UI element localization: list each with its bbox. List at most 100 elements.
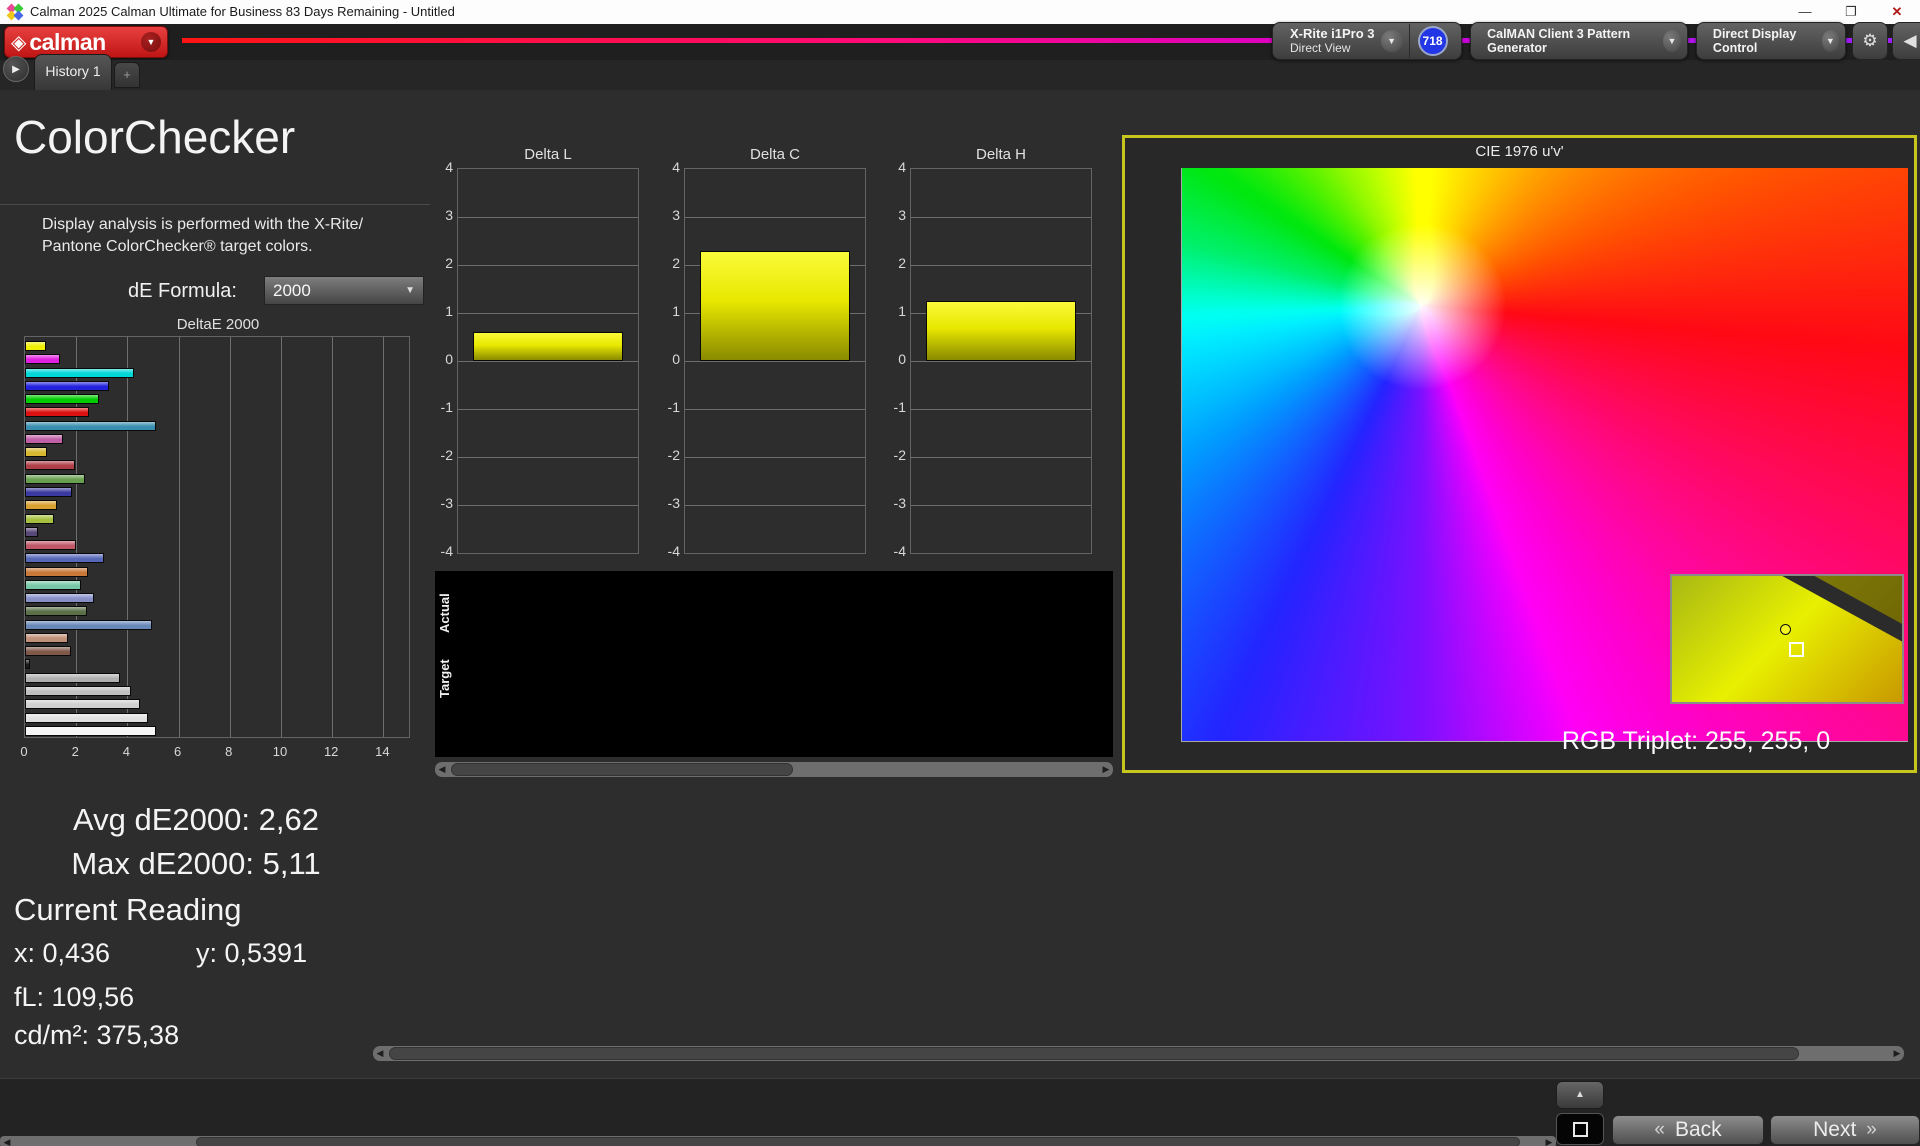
close-icon[interactable]: ✕: [1874, 0, 1920, 24]
de-formula-label: dE Formula:: [128, 280, 237, 303]
deltae-bar: [25, 593, 94, 603]
gridline: [911, 361, 1091, 362]
chevron-down-icon: ▼: [405, 285, 415, 296]
gridline: [458, 313, 638, 314]
y-tick-label: 1: [658, 303, 680, 319]
deltae-bar: [25, 646, 71, 656]
de-formula-value: 2000: [273, 281, 311, 301]
fl-readout: fL: 109,56: [14, 982, 134, 1013]
gridline: [911, 265, 1091, 266]
pattern-generator-name: CalMAN Client 3 Pattern Generator: [1487, 27, 1657, 56]
y-tick-label: 3: [431, 207, 453, 223]
scroll-right-icon[interactable]: ▶: [1099, 762, 1113, 777]
patch-bar-scrollbar[interactable]: ◀ ▶: [0, 1136, 1556, 1146]
collapse-panel-icon[interactable]: ◀: [1892, 22, 1920, 60]
deltae-bar: [25, 500, 57, 510]
chart-title: Delta L: [457, 146, 639, 163]
deltae-2000-chart: DeltaE 2000 02468101214: [20, 316, 416, 768]
window-titlebar: Calman 2025 Calman Ultimate for Business…: [0, 0, 1920, 24]
deltae-bar: [25, 394, 99, 404]
next-button[interactable]: Next »: [1770, 1115, 1920, 1145]
deltae-bar: [25, 368, 134, 378]
pattern-generator-dropdown[interactable]: CalMAN Client 3 Pattern Generator ▼: [1470, 22, 1688, 60]
deltae-bar: [25, 354, 60, 364]
gridline: [458, 409, 638, 410]
minimize-icon[interactable]: —: [1782, 0, 1828, 24]
deltae-bar: [25, 633, 68, 643]
tab-scroll-button[interactable]: ▶: [3, 56, 29, 82]
gear-icon[interactable]: ⚙: [1852, 22, 1888, 60]
pattern-window-button[interactable]: [1556, 1113, 1604, 1145]
back-button[interactable]: « Back: [1612, 1115, 1764, 1145]
y-tick-label: 0: [658, 351, 680, 367]
x-tick-label: 4: [113, 744, 139, 759]
gridline: [685, 505, 865, 506]
scroll-left-icon[interactable]: ◀: [435, 762, 449, 777]
pattern-status-indicator: [1477, 27, 1481, 55]
delta-l-chart: Delta L 43210-1-2-3-4: [431, 146, 641, 582]
delta-l-plot-area: [457, 168, 639, 554]
scrollbar-thumb[interactable]: [389, 1047, 1799, 1060]
gridline: [332, 337, 333, 737]
gridline: [685, 409, 865, 410]
scrollbar-thumb[interactable]: [451, 763, 793, 776]
y-tick-label: -2: [658, 447, 680, 463]
swatch-strip-scrollbar[interactable]: ◀ ▶: [435, 762, 1113, 777]
gridline: [458, 361, 638, 362]
calman-logo-text: calman: [29, 29, 141, 56]
meter-dropdown[interactable]: X-Rite i1Pro 3 Direct View ▼ 718: [1272, 22, 1462, 60]
x-tick-label: 14: [369, 744, 395, 759]
deltae-bar: [25, 580, 81, 590]
swatch-comparison-strip: Actual Target: [435, 571, 1113, 757]
scrollbar-thumb[interactable]: [196, 1137, 1520, 1146]
window-title: Calman 2025 Calman Ultimate for Business…: [30, 4, 455, 19]
chevron-down-icon[interactable]: ▼: [1663, 30, 1681, 52]
delta-bar: [700, 251, 850, 361]
deltae-bar: [25, 713, 148, 723]
deltae-bar: [25, 421, 156, 431]
target-row-label: Target: [437, 647, 461, 711]
maximize-icon[interactable]: ❐: [1828, 0, 1874, 24]
exposure-badge: 718: [1418, 26, 1448, 56]
chart-title: Delta C: [684, 146, 866, 163]
deltae-bar: [25, 407, 89, 417]
scroll-left-icon[interactable]: ◀: [373, 1046, 387, 1061]
add-tab-button[interactable]: +: [114, 62, 140, 88]
divider: [0, 204, 430, 205]
deltae-bar: [25, 540, 76, 550]
display-control-dropdown[interactable]: Direct Display Control ▼: [1696, 22, 1846, 60]
deltae-bar: [25, 553, 104, 563]
deltae-bar: [25, 699, 140, 709]
deltae-bar: [25, 341, 46, 351]
y-tick-label: 0: [884, 351, 906, 367]
scroll-left-icon[interactable]: ◀: [0, 1136, 14, 1146]
chart-title: Delta H: [910, 146, 1092, 163]
scroll-right-icon[interactable]: ▶: [1890, 1046, 1904, 1061]
tab-bar: ▶ History 1 + X-Rite i1Pro 3 Direct View…: [0, 60, 1920, 90]
meter-status-indicator: [1279, 27, 1284, 55]
tab-history-1[interactable]: History 1: [34, 54, 112, 90]
delta-h-chart: Delta H 43210-1-2-3-4: [884, 146, 1094, 582]
y-tick-label: 3: [658, 207, 680, 223]
inset-measured-point: [1780, 624, 1791, 635]
scroll-right-icon[interactable]: ▶: [1542, 1136, 1556, 1146]
gridline: [685, 361, 865, 362]
chevron-down-icon[interactable]: ▼: [1381, 30, 1403, 52]
deltae-bar: [25, 460, 75, 470]
x-tick-label: 12: [318, 744, 344, 759]
de-formula-select[interactable]: 2000 ▼: [264, 276, 424, 305]
deltae-bar: [25, 514, 54, 524]
deltae-bar: [25, 673, 120, 683]
x-tick-label: 6: [165, 744, 191, 759]
delta-c-chart: Delta C 43210-1-2-3-4: [658, 146, 868, 582]
gridline: [911, 505, 1091, 506]
y-tick-label: 4: [431, 159, 453, 175]
table-scrollbar[interactable]: ◀ ▶: [373, 1046, 1904, 1061]
expand-patch-bar-icon[interactable]: ▲: [1556, 1081, 1604, 1109]
chevron-down-icon[interactable]: ▼: [1822, 30, 1839, 52]
chevron-right-icon: »: [1866, 1119, 1877, 1141]
chevron-down-icon[interactable]: ▼: [141, 32, 161, 52]
y-tick-label: -3: [884, 495, 906, 511]
gridline: [458, 505, 638, 506]
gridline: [685, 457, 865, 458]
